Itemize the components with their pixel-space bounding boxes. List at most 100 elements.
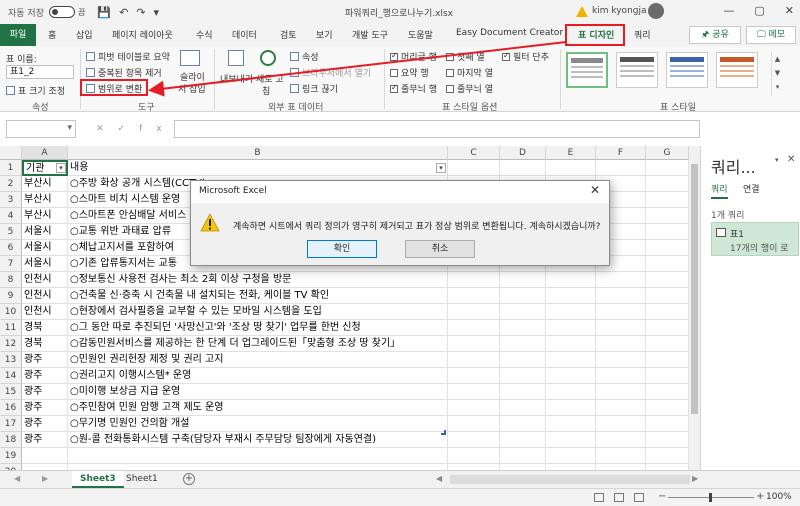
open-in-browser-button[interactable]: 브라우저에서 열기 [290,66,371,79]
sheet-tab-sheet3[interactable]: Sheet3 [72,471,124,488]
empty-cell[interactable] [500,336,546,352]
query-item[interactable]: 표1 17개의 행이 로 [711,222,799,256]
row-header[interactable]: 12 [0,336,22,352]
cell-agency[interactable]: 광주 [22,400,68,416]
empty-cell[interactable] [500,160,546,176]
empty-cell[interactable] [500,272,546,288]
empty-cell[interactable] [546,352,596,368]
tab-easy-document-creator[interactable]: Easy Document Creator [456,28,563,38]
empty-cell[interactable] [596,288,646,304]
row-header[interactable]: 6 [0,240,22,256]
cell-content[interactable]: ○그 동안 따로 추진되던 '사망신고'와 '조상 땅 찾기' 업무를 한번 신… [68,320,448,336]
cell-agency[interactable]: 광주 [22,368,68,384]
zoom-in-button[interactable]: + [756,491,764,502]
cell-agency[interactable]: 부산시 [22,192,68,208]
tab-data[interactable]: 데이터 [232,28,257,41]
last-column-checkbox[interactable] [446,69,454,77]
cell-agency[interactable]: 광주 [22,352,68,368]
empty-cell[interactable] [596,432,646,448]
sheet-nav-left-icon[interactable]: ◀ [14,474,20,483]
empty-cell[interactable] [646,320,689,336]
sheet-nav-right-icon[interactable]: ▶ [42,474,48,483]
empty-cell[interactable] [500,400,546,416]
row-header[interactable]: 16 [0,400,22,416]
autosave[interactable]: 자동 저장 끔 [8,6,85,19]
empty-cell[interactable] [646,272,689,288]
empty-cell[interactable] [448,336,500,352]
empty-cell[interactable] [500,448,546,464]
filter-button-content[interactable]: ▾ [436,163,446,173]
zoom-out-button[interactable]: − [658,491,666,502]
cell-content[interactable]: ○민원인 권리헌장 제정 및 권리 고지 [68,352,448,368]
empty-cell[interactable] [596,448,646,464]
empty-cell[interactable] [646,160,689,176]
empty-cell[interactable] [546,432,596,448]
select-all-corner[interactable] [0,146,22,160]
row-header[interactable]: 15 [0,384,22,400]
cell-content[interactable]: ○건축물 신·증축 시 건축물 내 설치되는 전화, 케이블 TV 확인 [68,288,448,304]
empty-cell[interactable] [500,304,546,320]
resize-table-button[interactable]: 표 크기 조정 [6,84,65,97]
table-style-thumb[interactable] [666,52,708,88]
empty-cell[interactable] [546,384,596,400]
empty-cell[interactable] [596,272,646,288]
empty-cell[interactable] [448,160,500,176]
tab-page-layout[interactable]: 페이지 레이아웃 [112,28,173,41]
warning-icon[interactable] [576,6,588,17]
filter-button-option[interactable]: 필터 단추 [502,50,549,63]
column-header-g[interactable]: G [646,146,689,160]
hscroll-right-icon[interactable]: ▶ [692,474,698,483]
empty-cell[interactable] [646,432,689,448]
cell-content[interactable]: ○원-콜 전화통화시스템 구축(담당자 부재시 주무담당 팀장에게 자동연결) [68,432,448,448]
cell-content[interactable]: ○권리고지 이행시스템* 운영 [68,368,448,384]
empty-cell[interactable] [596,368,646,384]
empty-cell[interactable] [448,320,500,336]
column-header-d[interactable]: D [500,146,546,160]
total-row-option[interactable]: 요약 행 [390,66,429,79]
empty-cell[interactable] [546,400,596,416]
zoom-slider-knob[interactable] [709,493,712,502]
column-header-a[interactable]: A [22,146,68,160]
empty-cell[interactable] [646,352,689,368]
cell-agency[interactable]: 부산시 [22,176,68,192]
cell-agency[interactable]: 부산시 [22,208,68,224]
page-layout-view-icon[interactable] [614,493,624,502]
row-header[interactable]: 5 [0,224,22,240]
empty-cell[interactable] [596,160,646,176]
banded-columns-option[interactable]: 줄무늬 열 [446,82,493,95]
header-cell-content[interactable]: 내용 [68,160,448,176]
tab-help[interactable]: 도움말 [408,28,433,41]
ok-button[interactable]: 확인 [307,240,377,258]
cell-agency[interactable]: 경북 [22,320,68,336]
tab-formulas[interactable]: 수식 [196,28,213,41]
header-row-checkbox[interactable] [390,51,398,61]
autosave-toggle[interactable] [48,6,75,18]
row-header[interactable]: 1 [0,160,22,176]
empty-cell[interactable] [500,368,546,384]
empty-cell[interactable] [646,192,689,208]
row-header[interactable]: 17 [0,416,22,432]
insert-slicer-line2[interactable]: 서 삽입 [178,82,206,95]
cell-agency[interactable]: 서울시 [22,224,68,240]
horizontal-scrollbar[interactable] [450,475,690,484]
save-icon[interactable]: 💾 [97,6,111,19]
maximize-icon[interactable]: ▢ [754,4,764,17]
empty-cell[interactable] [646,224,689,240]
empty-cell[interactable] [596,336,646,352]
empty-cell[interactable] [646,208,689,224]
row-header[interactable]: 9 [0,288,22,304]
empty-cell[interactable] [596,416,646,432]
empty-cell[interactable] [500,432,546,448]
empty-cell[interactable] [646,240,689,256]
cell-content[interactable] [68,448,448,464]
pane-close-icon[interactable]: ✕ [787,154,795,165]
tab-review[interactable]: 검토 [280,28,297,41]
table-style-thumb[interactable] [616,52,658,88]
cell-agency[interactable]: 광주 [22,416,68,432]
banded-columns-checkbox[interactable] [446,85,454,93]
first-column-option[interactable]: 첫째 열 [446,50,485,63]
table-style-thumb[interactable] [716,52,758,88]
empty-cell[interactable] [596,400,646,416]
column-header-b[interactable]: B [68,146,448,160]
empty-cell[interactable] [546,160,596,176]
